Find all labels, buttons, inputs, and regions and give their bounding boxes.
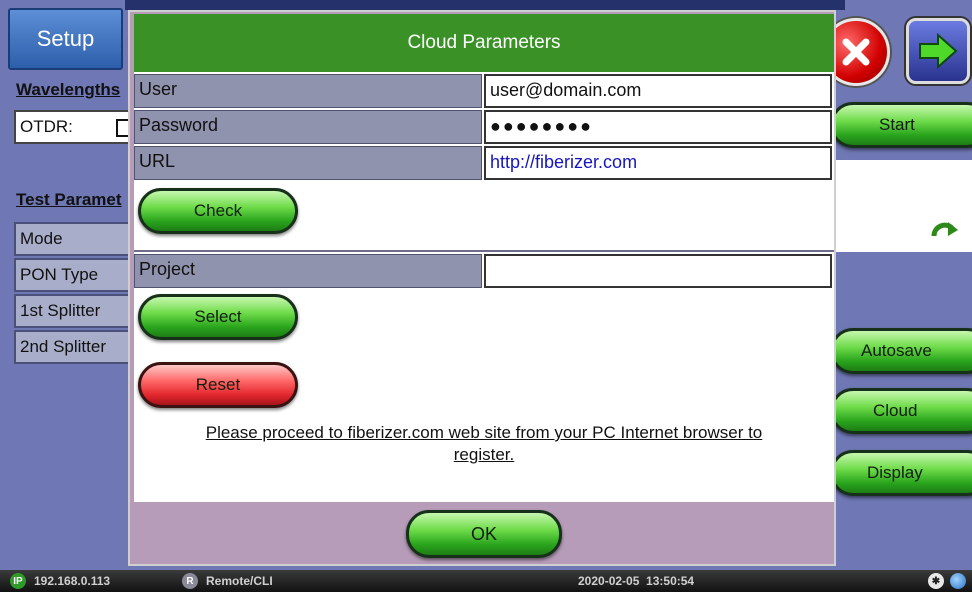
start-button[interactable]: Start xyxy=(830,102,972,148)
test-parameters-label: Test Paramet xyxy=(16,190,122,209)
check-button[interactable]: Check xyxy=(138,188,298,234)
notice-line-2: register. xyxy=(453,445,515,464)
ip-badge-icon: IP xyxy=(10,573,26,589)
register-notice: Please proceed to fiberizer.com web site… xyxy=(134,422,834,466)
user-label: User xyxy=(134,74,482,108)
bluetooth-icon: ✱ xyxy=(928,573,944,589)
url-row: URL http://fiberizer.com xyxy=(134,146,834,180)
otdr-label: OTDR: xyxy=(20,117,73,136)
reset-button-label: Reset xyxy=(195,375,241,394)
next-button[interactable] xyxy=(906,18,970,84)
otdr-field[interactable]: OTDR: xyxy=(14,110,132,144)
second-splitter-item[interactable]: 2nd Splitter xyxy=(14,330,132,364)
url-label: URL xyxy=(134,146,482,180)
wavelengths-label: Wavelengths xyxy=(16,80,121,99)
dialog-body: User user@domain.com Password ●●●●●●●● U… xyxy=(134,72,834,502)
check-button-label: Check xyxy=(193,201,243,220)
refresh-arrow-icon[interactable] xyxy=(930,218,960,244)
display-button[interactable]: Display xyxy=(830,450,972,496)
user-row: User user@domain.com xyxy=(134,74,834,108)
start-button-label: Start xyxy=(879,115,915,134)
dialog-title: Cloud Parameters xyxy=(134,14,834,72)
password-row: Password ●●●●●●●● xyxy=(134,110,834,144)
select-button[interactable]: Select xyxy=(138,294,298,340)
display-button-label: Display xyxy=(867,463,923,482)
globe-icon xyxy=(950,573,966,589)
project-label: Project xyxy=(134,254,482,288)
project-row: Project xyxy=(134,254,834,288)
reset-button[interactable]: Reset xyxy=(138,362,298,408)
status-bar: IP 192.168.0.113 R Remote/CLI 2020-02-05… xyxy=(0,570,972,592)
autosave-button[interactable]: Autosave xyxy=(830,328,972,374)
divider xyxy=(134,250,834,252)
project-field[interactable] xyxy=(484,254,832,288)
user-field[interactable]: user@domain.com xyxy=(484,74,832,108)
url-field[interactable]: http://fiberizer.com xyxy=(484,146,832,180)
first-splitter-item[interactable]: 1st Splitter xyxy=(14,294,132,328)
cloud-button-label: Cloud xyxy=(873,401,918,420)
mode-item[interactable]: Mode xyxy=(14,222,132,256)
next-arrow-icon xyxy=(919,33,958,69)
remote-badge-icon: R xyxy=(182,573,198,589)
cloud-parameters-dialog: Cloud Parameters User user@domain.com Pa… xyxy=(128,10,836,566)
ok-button-label: OK xyxy=(470,523,497,544)
password-label: Password xyxy=(134,110,482,144)
remote-cli-label[interactable]: Remote/CLI xyxy=(206,574,273,588)
pon-type-item[interactable]: PON Type xyxy=(14,258,132,292)
setup-tab[interactable]: Setup xyxy=(8,8,123,70)
top-strip xyxy=(125,0,845,10)
notice-line-1: Please proceed to fiberizer.com web site… xyxy=(205,423,763,442)
close-icon xyxy=(842,38,870,66)
ok-button[interactable]: OK xyxy=(406,510,562,558)
select-button-label: Select xyxy=(194,307,242,326)
ip-address: 192.168.0.113 xyxy=(34,574,111,588)
autosave-button-label: Autosave xyxy=(861,341,932,360)
cloud-button[interactable]: Cloud xyxy=(830,388,972,434)
datetime: 2020-02-05 13:50:54 xyxy=(578,574,695,588)
password-field[interactable]: ●●●●●●●● xyxy=(484,110,832,144)
